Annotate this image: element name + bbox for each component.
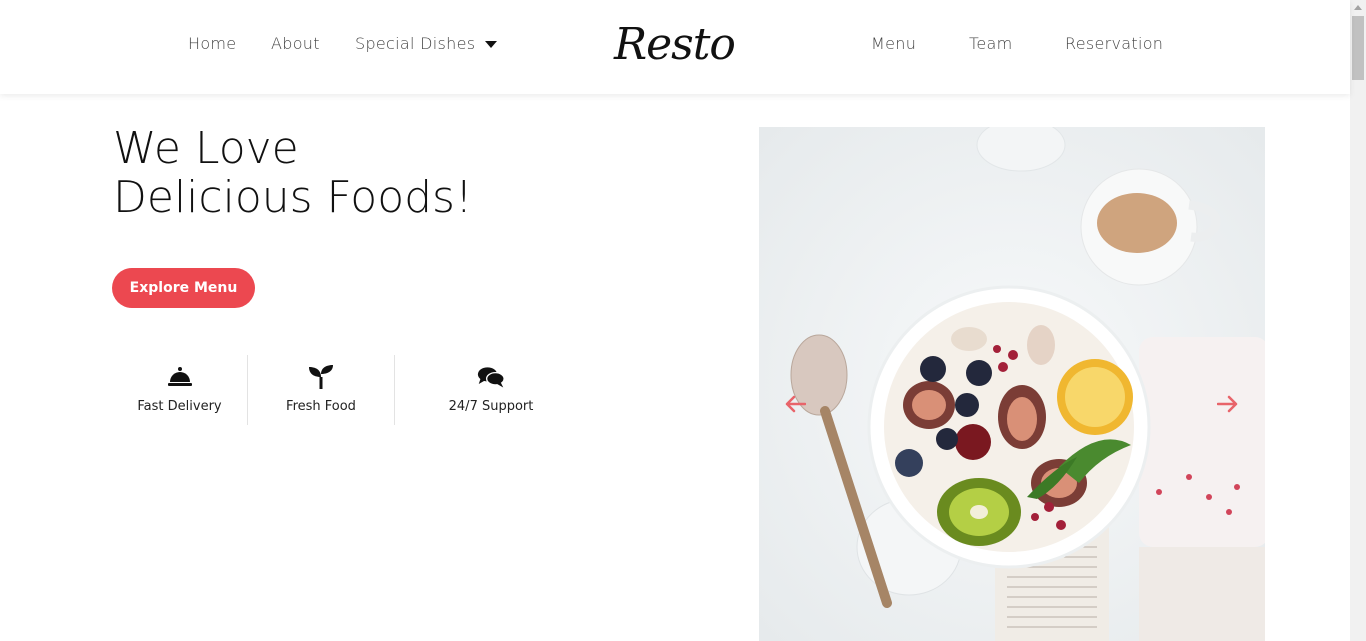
bell-icon: [166, 363, 194, 391]
feature-fast-delivery: Fast Delivery: [112, 355, 247, 425]
feature-label: Fast Delivery: [137, 399, 222, 414]
nav-team[interactable]: Team: [969, 34, 1013, 53]
feature-label: 24/7 Support: [448, 399, 534, 414]
feature-label: Fresh Food: [286, 399, 356, 414]
logo[interactable]: Resto: [614, 14, 736, 76]
explore-menu-button[interactable]: Explore Menu: [112, 268, 255, 308]
carousel-prev-button[interactable]: [783, 392, 807, 416]
site-header: Home About Special Dishes Resto Menu Tea…: [0, 0, 1350, 94]
hero-title: We Love Delicious Foods!: [113, 124, 473, 222]
nav-about[interactable]: About: [271, 34, 320, 53]
comments-icon: [477, 363, 505, 391]
arrow-right-icon: [1217, 395, 1238, 413]
nav-home[interactable]: Home: [188, 34, 236, 53]
nav-menu[interactable]: Menu: [871, 34, 916, 53]
hero-title-line1: We Love: [113, 123, 299, 174]
nav-special-dishes[interactable]: Special Dishes: [355, 34, 498, 53]
hero-title-line2: Delicious Foods!: [113, 172, 473, 223]
feature-fresh-food: Fresh Food: [247, 355, 394, 425]
arrow-left-icon: [785, 395, 806, 413]
scroll-up-icon[interactable]: [1354, 5, 1362, 10]
caret-down-icon: [485, 41, 498, 48]
features-row: Fast Delivery Fresh Food 24/7 Support: [112, 355, 587, 425]
page-scrollbar[interactable]: [1350, 0, 1366, 641]
nav-special-dishes-label: Special Dishes: [355, 34, 476, 53]
nav-reservation[interactable]: Reservation: [1065, 34, 1163, 53]
hero-carousel-image: [759, 127, 1265, 641]
feature-support: 24/7 Support: [394, 355, 587, 425]
sprout-icon: [307, 363, 335, 391]
scroll-thumb[interactable]: [1352, 16, 1364, 80]
carousel-next-button[interactable]: [1216, 392, 1240, 416]
